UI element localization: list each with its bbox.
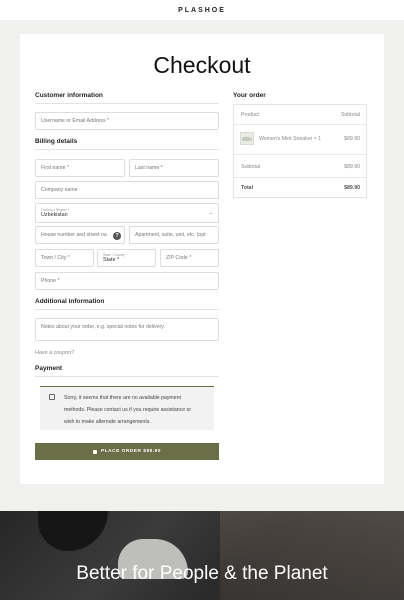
apartment-field[interactable]: Apartment, suite, unit, etc. (opt: [129, 226, 219, 244]
place-order-label: PLACE ORDER $89.90: [101, 449, 161, 454]
phone-placeholder: Phone *: [41, 278, 60, 284]
subtotal-column-header: Subtotal: [340, 112, 360, 118]
payment-notice: Sorry, it seems that there are no availa…: [40, 386, 214, 430]
row-divider: [234, 154, 366, 155]
divider: [35, 376, 219, 377]
order-notes-field[interactable]: Notes about your order, e.g. special not…: [35, 318, 219, 341]
subtotal-label: Subtotal: [241, 164, 261, 170]
state-value: State *: [103, 257, 120, 263]
notice-line: Sorry, it seems that there are no availa…: [64, 395, 181, 401]
product-column-header: Product: [241, 112, 259, 118]
place-order-button[interactable]: PLACE ORDER $89.90: [35, 443, 219, 460]
coupon-link[interactable]: Have a coupon?: [35, 350, 74, 356]
total-label: Total: [241, 185, 254, 191]
product-thumbnail: [240, 132, 254, 145]
house-number-placeholder: House number and street na: [41, 232, 107, 238]
notice-line: methods. Please contact us if you requir…: [64, 407, 192, 413]
country-value: Uzbekistan: [41, 212, 68, 218]
row-divider: [234, 177, 366, 178]
last-name-field[interactable]: Last name *: [129, 159, 219, 177]
brand-logo[interactable]: PLASHOE: [178, 7, 226, 14]
divider: [35, 309, 219, 310]
hero-banner: Better for People & the Planet: [0, 511, 404, 600]
product-price: $89.90: [344, 136, 360, 142]
notice-icon: [49, 394, 55, 400]
site-header: PLASHOE: [0, 0, 404, 20]
product-name: Women's Mint Sneaker × 1: [259, 136, 322, 142]
state-select[interactable]: State / County * State *: [97, 249, 156, 267]
subtotal-value: $89.90: [344, 164, 360, 170]
additional-info-heading: Additional information: [35, 298, 105, 305]
email-field[interactable]: Username or Email Address *: [35, 112, 219, 130]
company-placeholder: Company name: [41, 187, 78, 193]
zip-placeholder: ZIP Code *: [166, 255, 192, 261]
house-number-field[interactable]: House number and street na ?: [35, 226, 125, 244]
hero-tagline: Better for People & the Planet: [76, 563, 328, 584]
order-notes-placeholder: Notes about your order, e.g. special not…: [41, 324, 165, 330]
country-select[interactable]: Country / Region * Uzbekistan ⌄: [35, 203, 219, 223]
first-name-field[interactable]: First name *: [35, 159, 125, 177]
row-divider: [234, 124, 366, 125]
payment-heading: Payment: [35, 365, 63, 372]
billing-heading: Billing details: [35, 138, 78, 145]
info-icon[interactable]: ?: [113, 232, 121, 240]
hero-background: [220, 511, 404, 600]
notice-line: wish to make alternate arrangements.: [64, 419, 151, 425]
checkout-card: Checkout Customer information Username o…: [20, 34, 384, 484]
sneaker-icon: [242, 136, 252, 141]
company-field[interactable]: Company name: [35, 181, 219, 199]
city-placeholder: Town / City *: [41, 255, 70, 261]
lock-icon: [93, 449, 98, 454]
chevron-down-icon: ⌄: [208, 210, 213, 216]
page-title: Checkout: [153, 52, 251, 78]
email-placeholder: Username or Email Address *: [41, 118, 110, 124]
customer-info-heading: Customer information: [35, 92, 103, 99]
first-name-placeholder: First name *: [41, 165, 69, 171]
divider: [35, 149, 219, 150]
zip-field[interactable]: ZIP Code *: [160, 249, 219, 267]
total-value: $89.90: [344, 185, 360, 191]
hero-figure: [38, 511, 108, 551]
last-name-placeholder: Last name *: [135, 165, 163, 171]
apartment-placeholder: Apartment, suite, unit, etc. (opt: [135, 232, 206, 238]
city-field[interactable]: Town / City *: [35, 249, 94, 267]
phone-field[interactable]: Phone *: [35, 272, 219, 290]
divider: [35, 103, 219, 104]
order-summary-table: Product Subtotal Women's Mint Sneaker × …: [233, 104, 367, 198]
your-order-heading: Your order: [233, 92, 266, 99]
